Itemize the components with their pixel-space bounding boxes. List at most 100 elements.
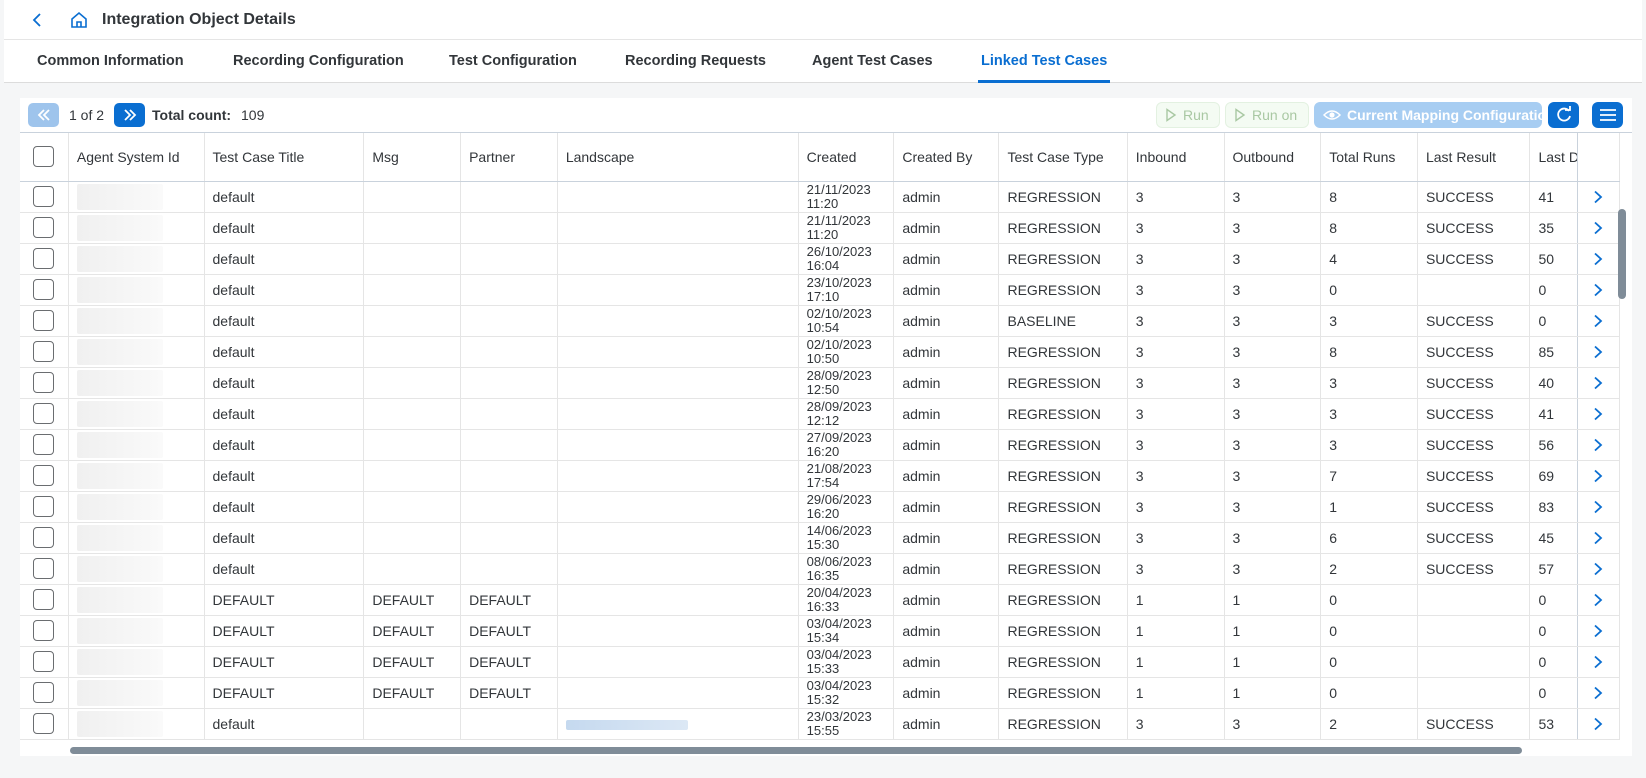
cell-agent-system-id [68,429,205,461]
col-landscape[interactable]: Landscape [557,133,799,182]
tab-linked-test-cases[interactable]: Linked Test Cases [978,40,1111,83]
col-last-d[interactable]: Last D [1529,133,1578,182]
row-checkbox[interactable] [33,434,54,455]
vertical-scrollbar[interactable] [1618,209,1626,299]
col-created[interactable]: Created [798,133,895,182]
cell-created: 03/04/2023 15:34 [798,615,895,647]
chevron-right-icon[interactable] [1588,342,1608,362]
table-row[interactable]: default 27/09/2023 16:20 admin REGRESSION 3 3… [20,429,1621,461]
row-checkbox[interactable] [33,217,54,238]
row-checkbox[interactable] [33,186,54,207]
row-checkbox[interactable] [33,713,54,734]
row-checkbox[interactable] [33,651,54,672]
cell-total-runs: 3 [1320,305,1418,337]
row-checkbox[interactable] [33,279,54,300]
chevron-right-icon[interactable] [1588,311,1608,331]
table-row[interactable]: DEFAULT DEFAULT DEFAULT 03/04/2023 15:32 adm… [20,677,1621,709]
row-select-cell [20,181,69,213]
row-checkbox[interactable] [33,682,54,703]
col-partner[interactable]: Partner [460,133,558,182]
chevron-right-icon[interactable] [1588,559,1608,579]
tab-agent-test-cases[interactable]: Agent Test Cases [812,40,933,83]
tab-recording-requests[interactable]: Recording Requests [625,40,766,83]
cell-agent-system-id [68,584,205,616]
row-checkbox[interactable] [33,558,54,579]
cell-total-runs: 0 [1320,584,1418,616]
table-row[interactable]: DEFAULT DEFAULT DEFAULT 03/04/2023 15:34 adm… [20,615,1621,647]
row-checkbox[interactable] [33,372,54,393]
table-row[interactable]: default 21/08/2023 17:54 admin REGRESSION 3 3… [20,460,1621,492]
mapping-label: Current Mapping Configuration [1347,107,1555,123]
col-created-by[interactable]: Created By [893,133,1000,182]
col-agent-system-id[interactable]: Agent System Id [68,133,205,182]
chevron-right-icon[interactable] [1588,218,1608,238]
refresh-button[interactable] [1548,102,1579,128]
run-button[interactable]: Run [1156,102,1220,128]
chevron-right-icon[interactable] [1588,280,1608,300]
chevron-right-icon[interactable] [1588,187,1608,207]
back-button[interactable] [27,9,49,31]
chevron-right-icon[interactable] [1588,652,1608,672]
cell-msg [363,429,462,461]
row-checkbox[interactable] [33,341,54,362]
table-row[interactable]: default 02/10/2023 10:54 admin BASELINE 3 3 3 S… [20,305,1621,337]
row-checkbox[interactable] [33,310,54,331]
table-row[interactable]: default 23/03/2023 15:55 admin REGRESSION 3 3… [20,708,1621,740]
horizontal-scrollbar[interactable] [70,747,1522,754]
chevron-right-icon[interactable] [1588,497,1608,517]
chevron-right-icon[interactable] [1588,590,1608,610]
chevron-right-icon[interactable] [1588,404,1608,424]
cell-partner [460,460,558,492]
col-test-case-type[interactable]: Test Case Type [998,133,1128,182]
col-msg[interactable]: Msg [363,133,462,182]
table-row[interactable]: default 02/10/2023 10:50 admin REGRESSION 3 3… [20,336,1621,368]
table-row[interactable]: default 26/10/2023 16:04 admin REGRESSION 3 3… [20,243,1621,275]
current-mapping-configuration-button[interactable]: Current Mapping Configuration [1314,102,1555,128]
select-all-checkbox[interactable] [33,146,54,168]
menu-button[interactable] [1592,102,1623,128]
table-row[interactable]: default 28/09/2023 12:50 admin REGRESSION 3 3… [20,367,1621,399]
chevron-right-icon[interactable] [1588,714,1608,734]
tab-test-configuration[interactable]: Test Configuration [449,40,577,83]
cell-inbound: 3 [1127,708,1225,740]
table-row[interactable]: DEFAULT DEFAULT DEFAULT 20/04/2023 16:33 adm… [20,584,1621,616]
col-test-case-title[interactable]: Test Case Title [204,133,365,182]
table-row[interactable]: default 23/10/2023 17:10 admin REGRESSION 3 3… [20,274,1621,306]
chevron-right-icon[interactable] [1588,621,1608,641]
first-page-button[interactable] [28,103,59,127]
chevron-right-icon[interactable] [1588,435,1608,455]
cell-partner: DEFAULT [460,584,558,616]
col-outbound[interactable]: Outbound [1224,133,1322,182]
chevron-right-icon[interactable] [1588,683,1608,703]
table-row[interactable]: default 14/06/2023 15:30 admin REGRESSION 3 3… [20,522,1621,554]
cell-test-case-title: default [204,429,365,461]
row-checkbox[interactable] [33,465,54,486]
row-select-cell [20,274,69,306]
chevron-right-icon[interactable] [1588,373,1608,393]
chevron-right-icon[interactable] [1588,249,1608,269]
run-on-button[interactable]: Run on [1225,102,1309,128]
col-inbound[interactable]: Inbound [1127,133,1225,182]
row-checkbox[interactable] [33,403,54,424]
row-checkbox[interactable] [33,496,54,517]
col-total-runs[interactable]: Total Runs [1320,133,1418,182]
table-row[interactable]: default 29/06/2023 16:20 admin REGRESSION 3 3… [20,491,1621,523]
tab-recording-configuration[interactable]: Recording Configuration [233,40,404,83]
landscape-link[interactable] [565,719,688,730]
row-checkbox[interactable] [33,620,54,641]
col-last-result[interactable]: Last Result [1417,133,1531,182]
table-row[interactable]: default 28/09/2023 12:12 admin REGRESSION 3 3… [20,398,1621,430]
row-checkbox[interactable] [33,527,54,548]
chevron-right-icon[interactable] [1588,528,1608,548]
table-row[interactable]: default 08/06/2023 16:35 admin REGRESSION 3 3… [20,553,1621,585]
row-checkbox[interactable] [33,248,54,269]
tab-common-information[interactable]: Common Information [37,40,184,83]
home-button[interactable] [68,9,90,31]
next-page-button[interactable] [114,103,145,127]
row-checkbox[interactable] [33,589,54,610]
table-row[interactable]: default 21/11/2023 11:20 admin REGRESSION 3 3… [20,212,1621,244]
table-row[interactable]: DEFAULT DEFAULT DEFAULT 03/04/2023 15:33 adm… [20,646,1621,678]
table-row[interactable]: default 21/11/2023 11:20 admin REGRESSION 3 3… [20,181,1621,213]
cell-test-case-type: REGRESSION [998,615,1128,647]
chevron-right-icon[interactable] [1588,466,1608,486]
